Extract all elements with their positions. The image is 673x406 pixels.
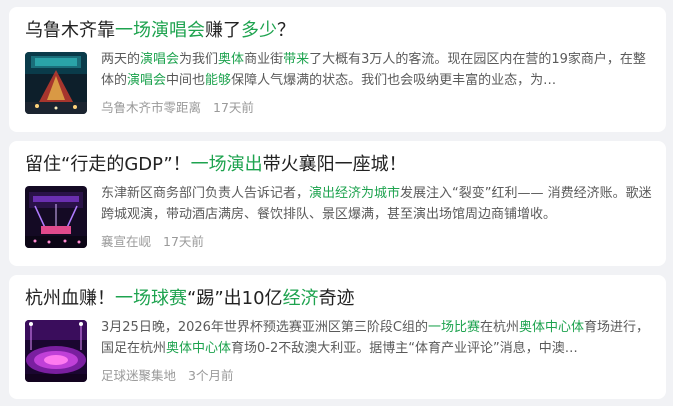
text-segment: 育场0-2不敌澳大利亚。据博主“体育产业评论”消息，中澳… xyxy=(231,341,578,356)
text-segment: 东津新区商务部门负责人告诉记者， xyxy=(101,186,310,201)
news-meta: 襄宣在岘 17天前 xyxy=(101,231,204,250)
news-title[interactable]: 乌鲁木齐靠一场演唱会赚了多少？ xyxy=(25,20,654,42)
text-segment: ？ xyxy=(277,20,295,41)
news-snippet: 东津新区商务部门负责人告诉记者，演出经济为城市发展注入“裂变”红利—— 消费经济… xyxy=(101,183,653,225)
stadium-night-image xyxy=(25,320,87,382)
highlight-keyword: 演出经济为城市 xyxy=(309,186,401,201)
news-thumbnail[interactable] xyxy=(25,186,87,248)
text-segment: 保障人气爆满的状态。我们也会吸纳更丰富的业态，为… xyxy=(231,73,557,88)
highlight-keyword: 奥体中心体 xyxy=(166,341,232,356)
highlight-keyword: 一场比赛 xyxy=(427,320,480,335)
text-segment: “踢”出10亿 xyxy=(187,288,283,309)
text-segment: 两天的 xyxy=(101,52,141,67)
text-segment: 带火襄阳一座城！ xyxy=(262,154,407,175)
highlight-keyword: 能够 xyxy=(205,73,232,88)
news-time: 17天前 xyxy=(163,234,204,249)
news-thumbnail[interactable] xyxy=(25,320,87,382)
text-segment: 3月25日晚，2026年世界杯预选赛亚洲区第三阶段C组的 xyxy=(101,320,428,335)
highlight-keyword: 经济 xyxy=(282,288,319,309)
highlight-keyword: 一场演出 xyxy=(190,154,263,175)
news-card[interactable]: 留住“行走的GDP”！一场演出带火襄阳一座城！ 东津新区商务部门负责人告诉记者，… xyxy=(9,141,666,266)
news-title[interactable]: 杭州血赚！一场球赛“踢”出10亿经济奇迹 xyxy=(25,288,654,310)
text-segment: 留住“行走的GDP”！ xyxy=(25,154,191,175)
news-card[interactable]: 乌鲁木齐靠一场演唱会赚了多少？ 两天的演唱会为我们奥体商业街带来了大概有3万人的… xyxy=(9,7,666,132)
highlight-keyword: 演唱会 xyxy=(127,73,167,88)
concert-lights-image xyxy=(25,186,87,248)
news-card[interactable]: 杭州血赚！一场球赛“踢”出10亿经济奇迹 3月25日晚，2026年世界杯预选赛亚… xyxy=(9,275,666,399)
news-title[interactable]: 留住“行走的GDP”！一场演出带火襄阳一座城！ xyxy=(25,154,654,176)
text-segment: 乌鲁木齐靠 xyxy=(25,20,115,41)
highlight-keyword: 奥体中心体 xyxy=(519,320,585,335)
text-segment: 中间也 xyxy=(166,73,206,88)
news-meta: 乌鲁木齐市零距离 17天前 xyxy=(101,97,254,116)
news-source[interactable]: 足球迷聚集地 xyxy=(101,368,176,383)
highlight-keyword: 带来 xyxy=(283,52,310,67)
text-segment: 赚了 xyxy=(205,20,241,41)
highlight-keyword: 奥体 xyxy=(218,52,245,67)
highlight-keyword: 演唱会 xyxy=(140,52,180,67)
news-snippet: 两天的演唱会为我们奥体商业街带来了大概有3万人的客流。现在园区内在营的19家商户… xyxy=(101,49,653,91)
text-segment: 杭州血赚！ xyxy=(25,288,115,309)
text-segment: 奇迹 xyxy=(318,288,355,309)
news-thumbnail[interactable] xyxy=(25,52,87,114)
concert-stage-image xyxy=(25,52,87,114)
text-segment: 为我们 xyxy=(179,52,219,67)
news-source[interactable]: 乌鲁木齐市零距离 xyxy=(101,100,201,115)
news-meta: 足球迷聚集地 3个月前 xyxy=(101,365,233,384)
news-snippet: 3月25日晚，2026年世界杯预选赛亚洲区第三阶段C组的一场比赛在杭州奥体中心体… xyxy=(101,317,653,359)
news-source[interactable]: 襄宣在岘 xyxy=(101,234,151,249)
highlight-keyword: 一场演唱会 xyxy=(115,20,205,41)
news-time: 3个月前 xyxy=(188,368,234,383)
news-time: 17天前 xyxy=(213,100,254,115)
text-segment: 在杭州 xyxy=(480,320,520,335)
highlight-keyword: 多少 xyxy=(241,20,277,41)
highlight-keyword: 一场球赛 xyxy=(115,288,187,309)
text-segment: 商业街 xyxy=(244,52,284,67)
